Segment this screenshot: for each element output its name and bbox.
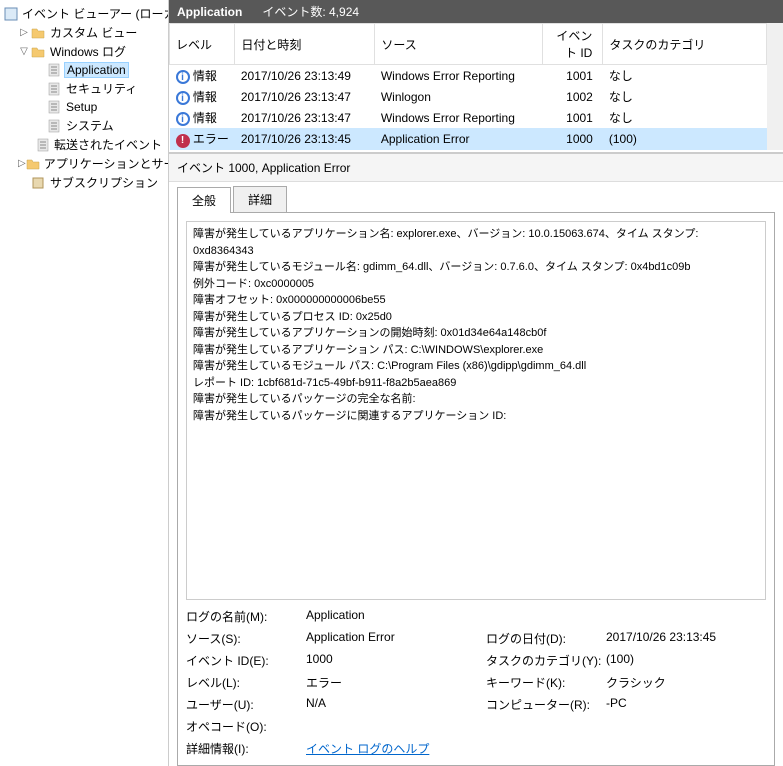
prop-computer-value: -PC (606, 696, 766, 713)
tree-item--[interactable]: 転送されたイベント (2, 135, 166, 154)
tab-detail[interactable]: 詳細 (233, 186, 287, 212)
prop-logname-label: ログの名前(M): (186, 608, 306, 625)
nav-tree: イベント ビューアー (ローカル) ▷ カスタム ビュー ▽ Windows ログ Ap… (0, 0, 169, 766)
tree-item--[interactable]: セキュリティ (2, 79, 166, 98)
log-icon (46, 81, 62, 97)
tree-item--[interactable]: ▷ カスタム ビュー (2, 23, 166, 42)
col-date[interactable]: 日付と時刻 (235, 24, 375, 65)
tab-general[interactable]: 全般 (177, 187, 231, 213)
tree-item-label: セキュリティ (64, 80, 139, 97)
table-row[interactable]: i 情報2017/10/26 23:13:47Winlogon1002なし (170, 86, 767, 107)
list-header-bar: Application イベント数: 4,924 (169, 0, 783, 23)
prop-moreinfo-label: 詳細情報(I): (186, 740, 306, 757)
scrollbar[interactable] (767, 23, 783, 150)
log-icon (46, 99, 62, 115)
event-log-help-link[interactable]: イベント ログのヘルプ (306, 740, 486, 757)
prop-logdate-label: ログの日付(D): (486, 630, 606, 647)
tree-root-label: イベント ビューアー (ローカル) (20, 5, 169, 22)
expander-icon[interactable]: ▷ (18, 27, 30, 38)
col-task[interactable]: タスクのカテゴリ (603, 24, 767, 65)
prop-user-label: ユーザー(U): (186, 696, 306, 713)
prop-source-value: Application Error (306, 630, 486, 647)
tree-item-label: 転送されたイベント (52, 136, 164, 153)
prop-taskcat-value: (100) (606, 652, 766, 669)
prop-computer-label: コンピューター(R): (486, 696, 606, 713)
info-icon: i (176, 112, 190, 126)
tree-item-label: アプリケーションとサービス ログ (42, 155, 169, 172)
tree-item--[interactable]: システム (2, 116, 166, 135)
tree-item-label: カスタム ビュー (48, 24, 139, 41)
sub-icon (30, 175, 46, 191)
detail-properties: ログの名前(M): Application ソース(S): Applicatio… (186, 608, 766, 757)
tree-item-label: システム (64, 117, 116, 134)
prop-logname-value: Application (306, 608, 486, 625)
expander-icon[interactable]: ▽ (18, 46, 30, 57)
log-title: Application (177, 5, 242, 19)
table-row[interactable]: i 情報2017/10/26 23:13:47Windows Error Rep… (170, 107, 767, 128)
event-table[interactable]: レベル 日付と時刻 ソース イベント ID タスクのカテゴリ i 情報2017/… (169, 23, 767, 150)
log-icon (46, 62, 62, 78)
expander-icon[interactable]: ▷ (18, 158, 26, 169)
folder-icon (30, 44, 46, 60)
tree-item-label: Setup (64, 100, 99, 114)
folder-icon (26, 156, 40, 172)
detail-tabs: 全般 詳細 (169, 182, 783, 212)
tree-item--[interactable]: ▷ アプリケーションとサービス ログ (2, 154, 166, 173)
log-icon (46, 118, 62, 134)
detail-panel: イベント 1000, Application Error 全般 詳細 障害が発生… (169, 152, 783, 766)
info-icon: i (176, 70, 190, 84)
tree-item-label: サブスクリプション (48, 174, 160, 191)
tree-item-label: Application (64, 62, 129, 78)
prop-logdate-value: 2017/10/26 23:13:45 (606, 630, 766, 647)
log-icon (36, 137, 50, 153)
event-count: イベント数: 4,924 (262, 3, 359, 20)
prop-level-value: エラー (306, 674, 486, 691)
tree-item--[interactable]: サブスクリプション (2, 173, 166, 192)
folder-icon (30, 25, 46, 41)
prop-taskcat-label: タスクのカテゴリ(Y): (486, 652, 606, 669)
table-row[interactable]: i 情報2017/10/26 23:13:49Windows Error Rep… (170, 65, 767, 87)
tree-item-setup[interactable]: Setup (2, 98, 166, 116)
eventviewer-icon (4, 6, 18, 22)
prop-keyword-value: クラシック (606, 674, 766, 691)
main-panel: Application イベント数: 4,924 レベル 日付と時刻 ソース イ… (169, 0, 783, 766)
tree-item-application[interactable]: Application (2, 61, 166, 79)
prop-opcode-label: オペコード(O): (186, 718, 306, 735)
prop-level-label: レベル(L): (186, 674, 306, 691)
detail-message[interactable]: 障害が発生しているアプリケーション名: explorer.exe、バージョン: … (186, 221, 766, 600)
col-source[interactable]: ソース (375, 24, 543, 65)
detail-title: イベント 1000, Application Error (169, 154, 783, 182)
prop-user-value: N/A (306, 696, 486, 713)
prop-eventid-label: イベント ID(E): (186, 652, 306, 669)
info-icon: i (176, 91, 190, 105)
prop-source-label: ソース(S): (186, 630, 306, 647)
tree-root[interactable]: イベント ビューアー (ローカル) (2, 4, 166, 23)
prop-eventid-value: 1000 (306, 652, 486, 669)
prop-keyword-label: キーワード(K): (486, 674, 606, 691)
table-row[interactable]: ! エラー2017/10/26 23:13:45Application Erro… (170, 128, 767, 150)
error-icon: ! (176, 134, 190, 148)
tree-item-windows-[interactable]: ▽ Windows ログ (2, 42, 166, 61)
tree-item-label: Windows ログ (48, 43, 128, 60)
col-level[interactable]: レベル (170, 24, 235, 65)
col-eventid[interactable]: イベント ID (543, 24, 603, 65)
